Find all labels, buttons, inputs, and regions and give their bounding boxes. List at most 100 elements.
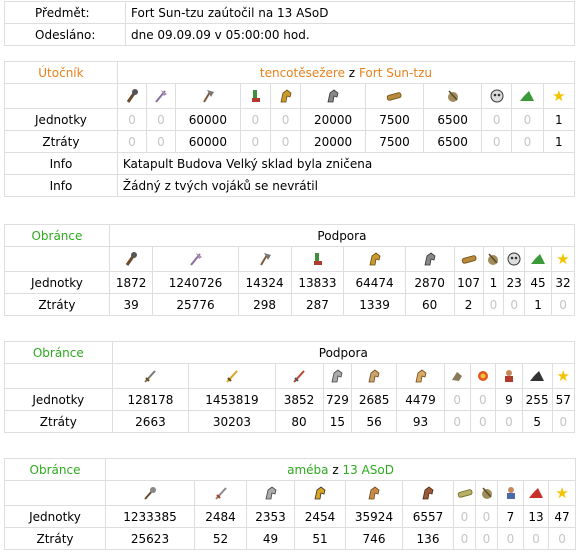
info-label: Info — [4, 174, 118, 197]
unit-count: 1233385 — [105, 505, 195, 528]
loss-count: 0 — [495, 410, 523, 433]
attacker-player-link[interactable]: tencotěsežere — [260, 66, 345, 80]
info-text: Žádný z tvých vojáků se nevrátil — [116, 174, 576, 197]
loss-count: 0 — [482, 293, 505, 316]
defender-village-link[interactable]: 13 ASoD — [342, 463, 394, 477]
loss-count: 0 — [551, 293, 575, 316]
defender-icon-row: ★ — [4, 246, 575, 272]
subject-label: Předmět: — [4, 1, 126, 24]
loss-count: 0 — [497, 527, 524, 550]
unit-count: 3852 — [274, 388, 324, 411]
ram-head-icon — [443, 363, 471, 389]
unit-count: 2870 — [404, 271, 455, 294]
hatchet-icon — [174, 83, 241, 109]
red-sword-icon — [274, 363, 324, 389]
loss-count: 1339 — [343, 293, 406, 316]
unit-count: 1453819 — [188, 388, 276, 411]
loss-count: 0 — [475, 527, 498, 550]
horse-tan-icon — [345, 480, 403, 506]
dagger-icon — [194, 480, 247, 506]
unit-count: 6557 — [402, 505, 454, 528]
settler-icon — [495, 363, 523, 389]
loss-count: 80 — [274, 410, 324, 433]
defender-icon-row: ★ — [4, 480, 577, 506]
star-icon: ★ — [542, 83, 576, 109]
row-label: Jednotky — [4, 388, 113, 411]
row-label: Ztráty — [4, 130, 118, 153]
loss-count: 746 — [345, 527, 403, 550]
defender-icon-row: ★ — [4, 363, 576, 389]
subject-value: Fort Sun-tzu zaútočil na 13 ASoD — [125, 1, 575, 24]
defender-role-label: Obránce — [4, 341, 113, 364]
defender-joiner: z — [332, 462, 339, 477]
catapult-icon — [475, 480, 498, 506]
black-hat-icon — [521, 363, 553, 389]
unit-count: 0 — [116, 108, 147, 131]
unit-count: 0 — [511, 108, 544, 131]
defender-player-link[interactable]: améba — [287, 463, 328, 477]
unit-count: 2353 — [246, 505, 295, 528]
attacker-header: tencotěsežere z Fort Sun-tzu — [116, 61, 576, 84]
unit-count: 2484 — [194, 505, 247, 528]
defender-role-label: Obránce — [4, 458, 106, 481]
report-meta-table: Předmět: Fort Sun-tzu zaútočil na 13 ASo… — [4, 1, 575, 46]
unit-count: 64474 — [343, 271, 406, 294]
attacker-village-link[interactable]: Fort Sun-tzu — [359, 66, 432, 80]
attacker-icon-row: ★ — [4, 83, 576, 109]
horse-gold-icon — [343, 246, 406, 272]
loss-count: 287 — [290, 293, 345, 316]
row-label: Jednotky — [4, 271, 110, 294]
row-label: Ztráty — [4, 410, 113, 433]
attacker-joiner: z — [348, 65, 356, 80]
hatchet-icon — [237, 246, 292, 272]
support-title: Podpora — [108, 224, 576, 247]
loss-count: 15 — [322, 410, 353, 433]
defender-table-2: Obránce Podpora ★ Jednotky 128178 145381… — [4, 341, 576, 433]
catapult-icon — [482, 246, 505, 272]
unit-count: 2454 — [294, 505, 346, 528]
loss-count: 7500 — [364, 130, 425, 153]
row-label: Ztráty — [4, 527, 106, 550]
info-label: Info — [4, 152, 118, 175]
axeman-icon — [145, 83, 176, 109]
row-label: Jednotky — [4, 108, 118, 131]
unit-count: 57 — [551, 388, 576, 411]
loss-count: 0 — [511, 130, 544, 153]
loss-count: 2 — [453, 293, 484, 316]
attacker-role-label: Útočník — [4, 61, 118, 84]
sword-icon — [111, 363, 190, 389]
horse-gold-icon — [269, 83, 302, 109]
unit-count: 0 — [239, 108, 271, 131]
unit-count: 60000 — [174, 108, 241, 131]
defender-table-3: Obránce améba z 13 ASoD ★ Jednotky 12333… — [4, 458, 577, 550]
defender-losses-row: Ztráty 39 25776 298 287 1339 60 2 0 0 1 … — [4, 293, 575, 316]
defender-units-row: Jednotky 1233385 2484 2353 2454 35924 65… — [4, 505, 577, 528]
unit-count: 0 — [269, 108, 302, 131]
unit-count: 128178 — [111, 388, 190, 411]
unit-count: 7500 — [364, 108, 425, 131]
clubswinger-icon — [108, 246, 154, 272]
loss-count: 0 — [239, 130, 271, 153]
clubswinger-icon — [116, 83, 147, 109]
star-icon: ★ — [551, 363, 576, 389]
loss-count: 60 — [404, 293, 455, 316]
horse-brown-icon — [396, 363, 445, 389]
loss-count: 30203 — [188, 410, 276, 433]
defender-units-row: Jednotky 128178 1453819 3852 729 2685 44… — [4, 388, 576, 411]
loss-count: 6500 — [423, 130, 483, 153]
unit-count: 0 — [481, 108, 513, 131]
loss-count: 20000 — [300, 130, 366, 153]
unit-count: 0 — [443, 388, 471, 411]
loss-count: 0 — [116, 130, 147, 153]
unit-count: 9 — [495, 388, 523, 411]
boot-scout-icon — [290, 246, 345, 272]
loss-count: 1 — [542, 130, 576, 153]
battering-ram-icon — [364, 83, 425, 109]
unit-count: 1872 — [108, 271, 154, 294]
loss-count: 136 — [402, 527, 454, 550]
sent-label: Odesláno: — [4, 23, 126, 46]
unit-count: 0 — [475, 505, 498, 528]
horse-gray-icon — [246, 480, 295, 506]
catapult-icon — [423, 83, 483, 109]
defender-header: améba z 13 ASoD — [104, 458, 577, 481]
